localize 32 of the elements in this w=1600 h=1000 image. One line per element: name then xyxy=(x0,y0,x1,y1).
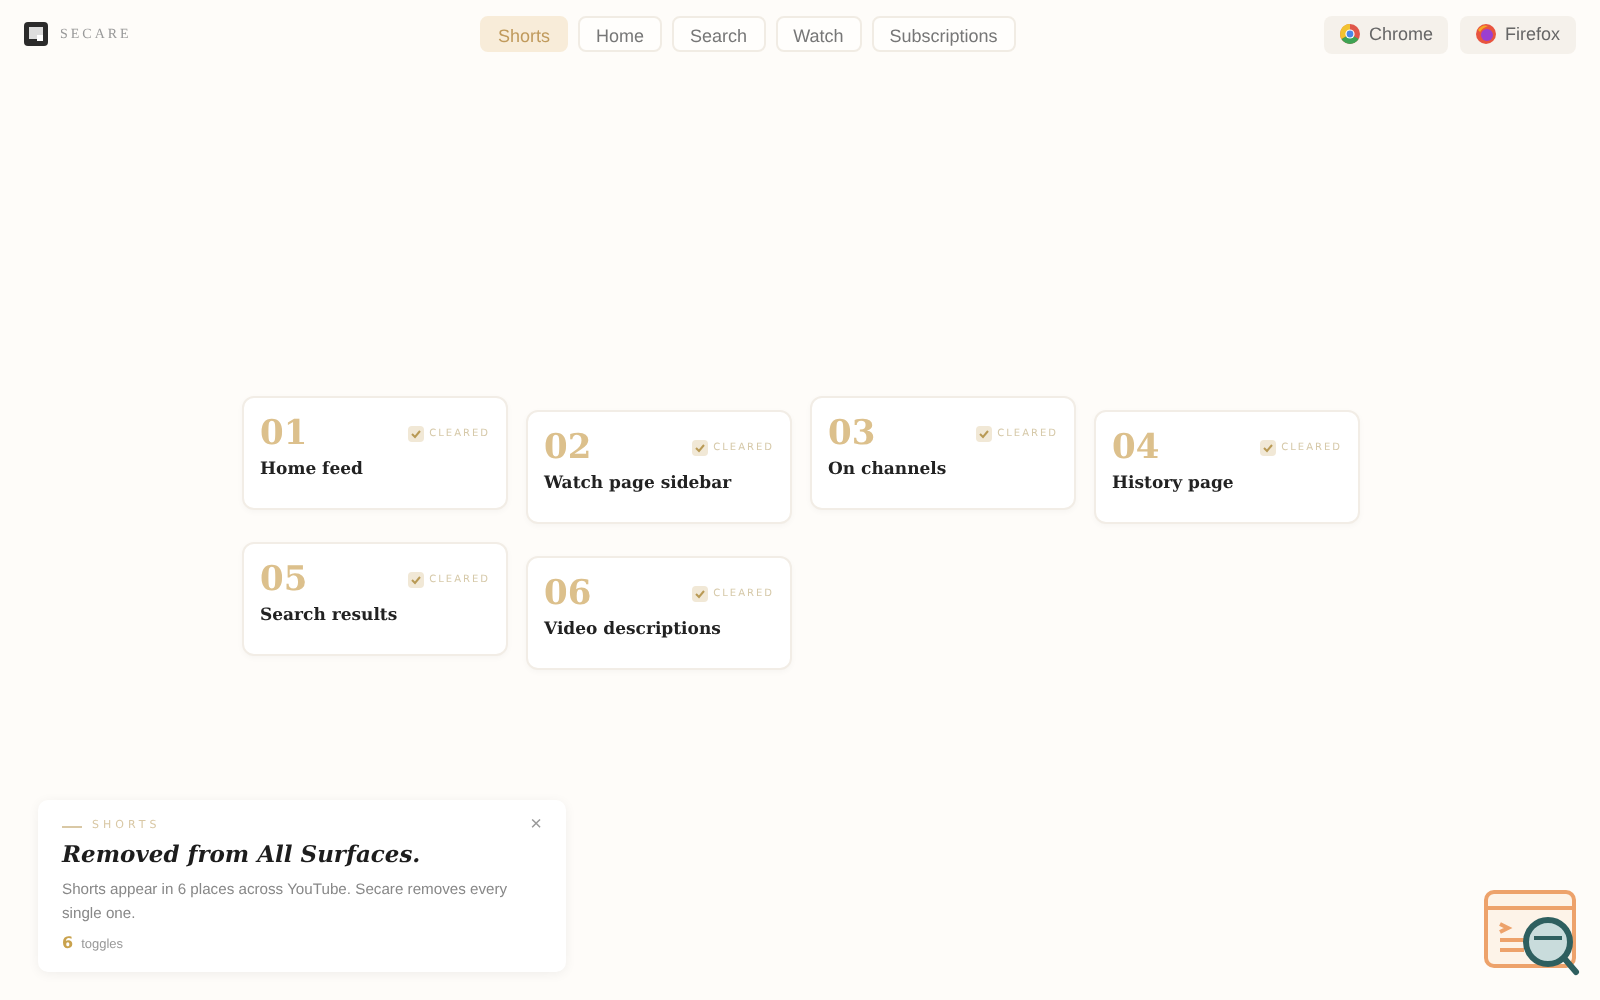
card-title: Search results xyxy=(260,606,400,626)
card-number: 01 xyxy=(260,414,308,454)
nav-tab[interactable]: Subscriptions xyxy=(871,16,1016,52)
check-icon xyxy=(975,426,992,442)
card-number: 02 xyxy=(544,428,592,468)
browser-button[interactable]: Firefox xyxy=(1460,15,1576,53)
card-number: 06 xyxy=(544,574,592,614)
check-icon xyxy=(691,586,708,602)
card-title: History page xyxy=(1112,474,1236,494)
check-icon xyxy=(1259,440,1276,456)
nav-tab[interactable]: Search xyxy=(672,16,766,52)
firefox-icon xyxy=(1476,24,1497,44)
chrome-icon xyxy=(1340,24,1361,44)
toggle-count: 6 xyxy=(62,934,74,952)
card-title: Home feed xyxy=(260,460,365,480)
card-title: On channels xyxy=(828,460,949,480)
browser-button[interactable]: Chrome xyxy=(1324,15,1449,53)
browser-search-icon[interactable] xyxy=(1484,890,1584,978)
card-number: 05 xyxy=(260,560,308,600)
close-button[interactable]: × xyxy=(530,816,542,836)
info-heading: Removed from All Surfaces. xyxy=(62,840,423,868)
nav-tab[interactable]: Watch xyxy=(775,16,862,52)
nav-tab[interactable]: Shorts xyxy=(480,16,569,52)
check-icon xyxy=(407,572,424,588)
card-number: 03 xyxy=(828,414,876,454)
card-title: Watch page sidebar xyxy=(544,474,734,494)
check-icon xyxy=(407,426,424,442)
nav-tab[interactable]: Home xyxy=(578,16,663,52)
card-title: Video descriptions xyxy=(544,620,723,640)
check-icon xyxy=(691,440,708,456)
logo-icon xyxy=(24,22,48,46)
card-number: 04 xyxy=(1112,428,1160,468)
